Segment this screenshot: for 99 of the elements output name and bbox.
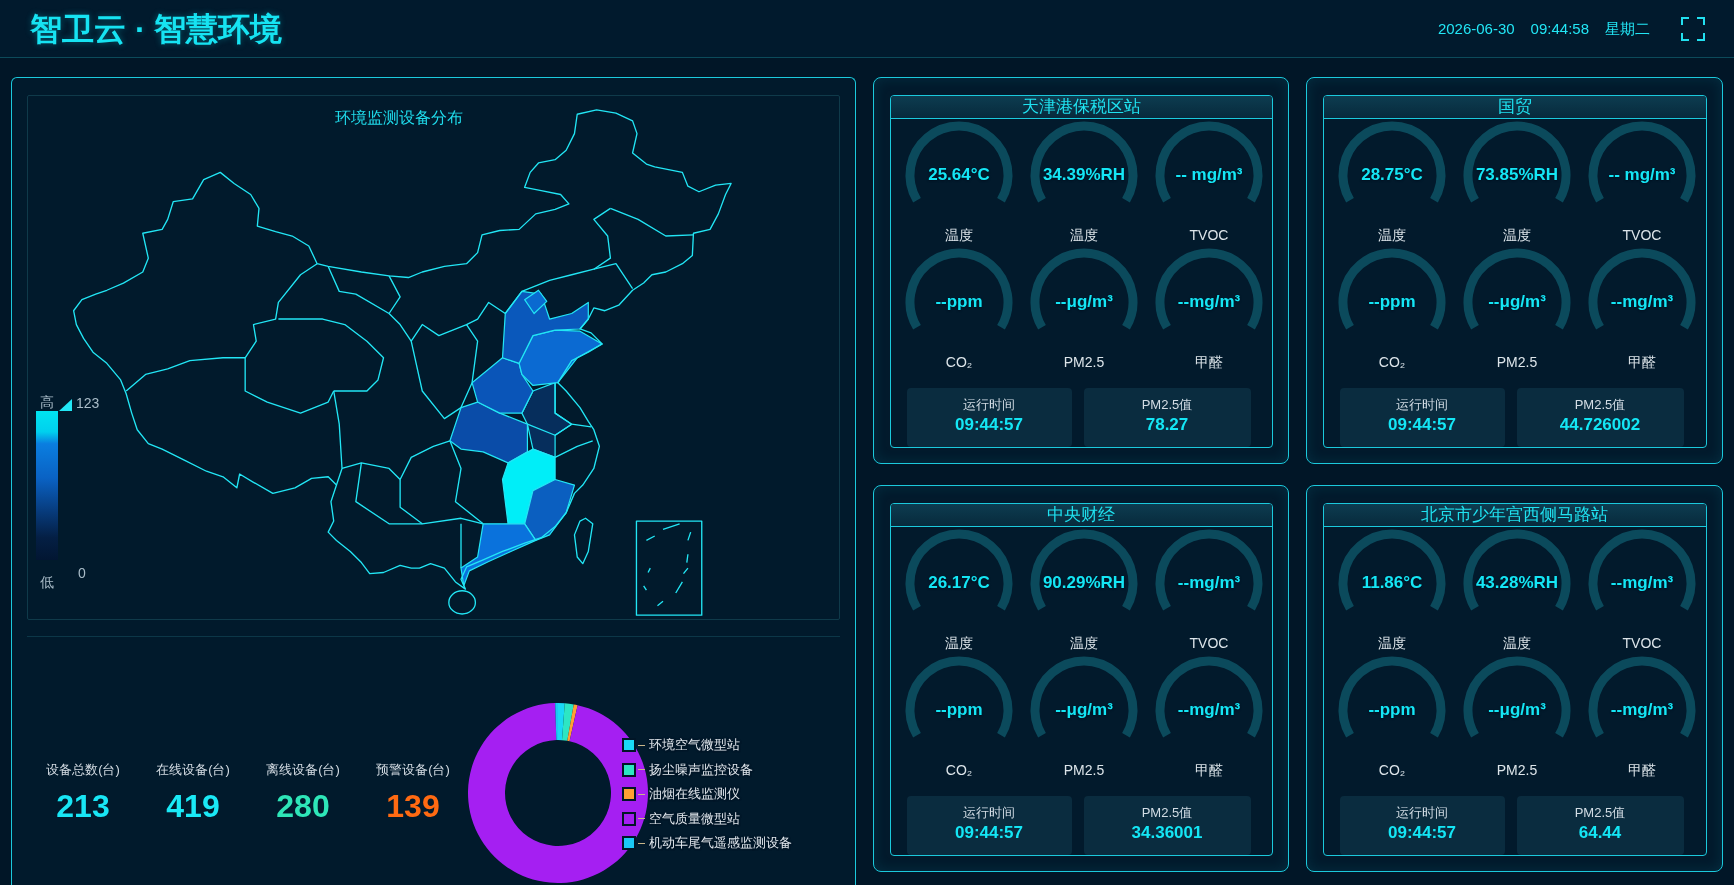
gauge-label: 温度	[945, 633, 973, 652]
stat-value: 213	[56, 787, 110, 825]
gauge-label: TVOC	[1189, 633, 1229, 652]
gauge-label: 温度	[945, 225, 973, 244]
gauge-value: --mg/m³	[1610, 572, 1674, 593]
gauge-value: --μg/m³	[1055, 699, 1113, 720]
gauge-label: 温度	[1503, 225, 1531, 244]
gauge-label: 甲醛	[1195, 352, 1223, 371]
stat-label: 设备总数(台)	[46, 761, 120, 779]
gauge-value: --μg/m³	[1488, 291, 1546, 312]
tile-label: PM2.5值	[1574, 395, 1626, 414]
fullscreen-button[interactable]	[1681, 16, 1705, 41]
tile-value: 09:44:57	[1387, 821, 1457, 844]
province-region	[471, 357, 534, 414]
legend-min-value: 0	[78, 565, 86, 581]
gauge-label: PM2.5	[1496, 352, 1538, 371]
tile-label: 运行时间	[963, 395, 1015, 414]
stat-label: 预警设备(台)	[376, 761, 450, 779]
stat-value: 419	[166, 787, 220, 825]
gauge-value: --mg/m³	[1610, 699, 1674, 720]
gauge-label: 温度	[1378, 225, 1406, 244]
stat-value: 139	[386, 787, 440, 825]
gauge-value: --mg/m³	[1610, 291, 1674, 312]
gauge-value: --ppm	[935, 699, 983, 720]
tile-label: 运行时间	[963, 803, 1015, 822]
gauge-value: 28.75°C	[1361, 164, 1423, 185]
leader-line	[638, 769, 645, 770]
gauge-label: 甲醛	[1628, 760, 1656, 779]
stat-label: 离线设备(台)	[266, 761, 340, 779]
map-title: 环境监测设备分布	[335, 108, 463, 128]
gauge-value: --ppm	[1368, 291, 1416, 312]
leader-line	[638, 744, 645, 746]
tile-label: 运行时间	[1396, 803, 1448, 822]
gauge-label: CO₂	[1378, 352, 1406, 371]
gauge-value: --ppm	[1368, 699, 1416, 720]
legend-label[interactable]: 环境空气微型站	[649, 738, 740, 752]
gauge-label: 温度	[1378, 633, 1406, 652]
legend-label[interactable]: 油烟在线监测仪	[649, 787, 740, 801]
gauge-value: -- mg/m³	[1608, 164, 1676, 185]
gauge-label: CO₂	[1378, 760, 1406, 779]
gauge-value: --μg/m³	[1055, 291, 1113, 312]
legend-low-label: 低	[40, 573, 54, 591]
gauge-label: 温度	[1070, 633, 1098, 652]
time-text: 09:44:58	[1530, 19, 1589, 38]
gauge-value: 90.29%RH	[1042, 572, 1126, 593]
gauge-value: 73.85%RH	[1475, 164, 1559, 185]
tile-value: 09:44:57	[954, 821, 1024, 844]
leader-line	[638, 842, 645, 844]
gauge-label: CO₂	[945, 760, 973, 779]
fullscreen-icon	[1681, 16, 1705, 41]
tile-label: 运行时间	[1396, 395, 1448, 414]
legend-label[interactable]: 扬尘噪声监控设备	[649, 762, 753, 777]
gauge-label: CO₂	[945, 352, 973, 371]
tile-label: PM2.5值	[1141, 803, 1193, 822]
gauge-value: 34.39%RH	[1042, 164, 1126, 185]
gauge-label: 温度	[1503, 633, 1531, 652]
gauge-value: -- mg/m³	[1175, 164, 1243, 185]
tile-value: 34.36001	[1131, 821, 1203, 844]
gauge-value: --mg/m³	[1177, 291, 1241, 312]
gauge-value: --μg/m³	[1488, 699, 1546, 720]
dashboard-title: 智卫云 · 智慧环境	[30, 9, 283, 49]
gauge-label: 甲醛	[1628, 352, 1656, 371]
stat-value: 280	[276, 787, 330, 825]
gauge-label: PM2.5	[1063, 352, 1105, 371]
gauge-value: 25.64°C	[928, 164, 990, 185]
station-title: 北京市少年宫西侧马路站	[1323, 503, 1706, 527]
gauge-value: 26.17°C	[928, 572, 990, 593]
gauge-label: 温度	[1070, 225, 1098, 244]
gauge-label: TVOC	[1622, 225, 1662, 244]
gauge-label: TVOC	[1189, 225, 1229, 244]
legend-high-label: 高	[40, 393, 54, 411]
tile-value: 09:44:57	[1387, 413, 1457, 436]
station-title: 国贸	[1323, 95, 1706, 119]
legend-max-value: 123	[76, 395, 100, 411]
tile-value: 78.27	[1145, 413, 1189, 436]
date-text: 2026-06-30	[1437, 19, 1515, 38]
legend-label[interactable]: 机动车尾气遥感监测设备	[649, 836, 792, 850]
tile-value: 09:44:57	[954, 413, 1024, 436]
range-handle-icon[interactable]	[59, 399, 72, 411]
gauge-label: PM2.5	[1496, 760, 1538, 779]
gauge-label: TVOC	[1622, 633, 1662, 652]
tile-value: 44.726002	[1559, 413, 1641, 436]
gauge-value: --mg/m³	[1177, 572, 1241, 593]
station-title: 天津港保税区站	[890, 95, 1272, 119]
gauge-value: --ppm	[935, 291, 983, 312]
weekday-text: 星期二	[1605, 19, 1650, 38]
tile-label: PM2.5值	[1141, 395, 1193, 414]
gauge-label: PM2.5	[1063, 760, 1105, 779]
leader-line	[638, 818, 645, 819]
gauge-value: 43.28%RH	[1475, 572, 1559, 593]
gauge-value: --mg/m³	[1177, 699, 1241, 720]
station-title: 中央财经	[890, 503, 1272, 527]
leader-line	[638, 793, 645, 795]
legend-label[interactable]: 空气质量微型站	[649, 811, 740, 826]
tile-label: PM2.5值	[1574, 803, 1626, 822]
gauge-label: 甲醛	[1195, 760, 1223, 779]
stat-label: 在线设备(台)	[156, 761, 230, 779]
tile-value: 64.44	[1578, 821, 1622, 844]
gauge-value: 11.86°C	[1361, 572, 1423, 593]
